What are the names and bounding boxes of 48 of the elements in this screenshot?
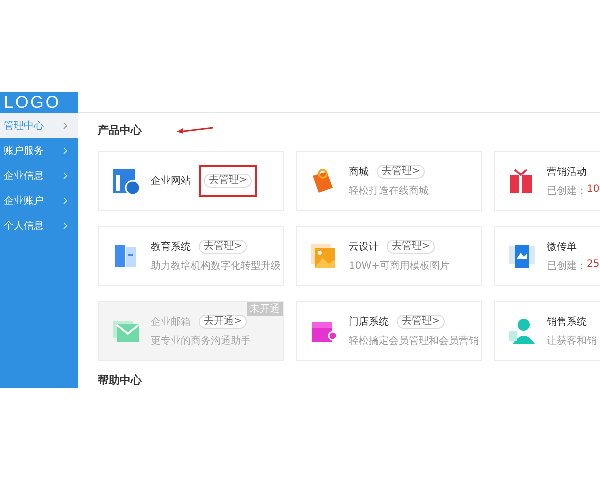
sidebar-item[interactable]: 管理中心 xyxy=(0,113,78,138)
product-description: 让获客和销 xyxy=(547,334,597,348)
product-card[interactable]: 微传单 已创建：25 xyxy=(494,226,600,286)
section-title: 产品中心 xyxy=(98,122,142,138)
created-count: 25 xyxy=(587,258,600,272)
product-description: 助力教培机构数字化转型升级 xyxy=(151,260,281,272)
logo: LOGO xyxy=(3,92,62,113)
product-name: 微传单 xyxy=(547,240,577,254)
product-name: 门店系统 xyxy=(349,316,389,328)
product-description: 轻松打造在线商城 xyxy=(349,184,429,198)
section-title: 帮助中心 xyxy=(98,373,143,388)
manage-button[interactable]: 去管理> xyxy=(387,240,436,254)
product-name: 企业网站 xyxy=(151,174,191,188)
sidebar-item[interactable]: 企业账户 xyxy=(0,188,78,213)
product-name: 商城 xyxy=(349,166,369,178)
manage-button[interactable]: 去管理> xyxy=(397,314,446,328)
manage-button[interactable]: 去管理> xyxy=(204,174,252,188)
manage-button[interactable]: 去管理> xyxy=(199,240,248,254)
product-name: 云设计 xyxy=(349,240,379,254)
chevron-right-icon xyxy=(63,172,68,180)
sidebar-item[interactable]: 个人信息 xyxy=(0,213,78,238)
chevron-right-icon xyxy=(63,196,68,204)
product-description: 轻松搞定会员管理和会员营销 xyxy=(349,334,479,348)
chevron-right-icon xyxy=(63,222,68,230)
product-card[interactable]: 云设计 去管理> 10W+可商用模板图片 xyxy=(296,226,482,286)
created-count: 10 xyxy=(587,184,600,196)
created-label: 已创建： xyxy=(547,260,587,272)
product-card[interactable]: 销售系统 让获客和销 xyxy=(494,301,600,361)
product-description: 10W+可商用模板图片 xyxy=(349,260,450,272)
product-card[interactable]: 商城 去管理> 轻松打造在线商城 xyxy=(296,151,482,211)
chevron-right-icon xyxy=(63,146,68,154)
sidebar-item[interactable]: 账户服务 xyxy=(0,138,78,163)
product-card[interactable]: 门店系统 去管理> 轻松搞定会员管理和会员营销 xyxy=(296,301,482,361)
product-name: 企业邮箱 xyxy=(151,316,191,328)
person-icon xyxy=(507,316,537,346)
chevron-right-icon xyxy=(63,122,68,130)
product-card[interactable]: 教育系统 去管理> 助力教培机构数字化转型升级 xyxy=(98,226,284,286)
website-icon xyxy=(111,166,141,196)
created-label: 已创建： xyxy=(547,184,587,198)
product-description: 更专业的商务沟通助手 xyxy=(151,334,251,348)
annotation-arrow xyxy=(176,126,214,134)
sidebar-item[interactable]: 企业信息 xyxy=(0,163,78,188)
product-name: 教育系统 xyxy=(151,240,191,254)
manage-button[interactable]: 去管理> xyxy=(377,164,426,178)
product-name: 销售系统 xyxy=(547,316,587,328)
product-card[interactable]: 营销活动 已创建：10 xyxy=(494,151,600,211)
product-name: 营销活动 xyxy=(547,166,587,178)
product-card[interactable]: 企业网站 去管理> xyxy=(98,151,284,211)
